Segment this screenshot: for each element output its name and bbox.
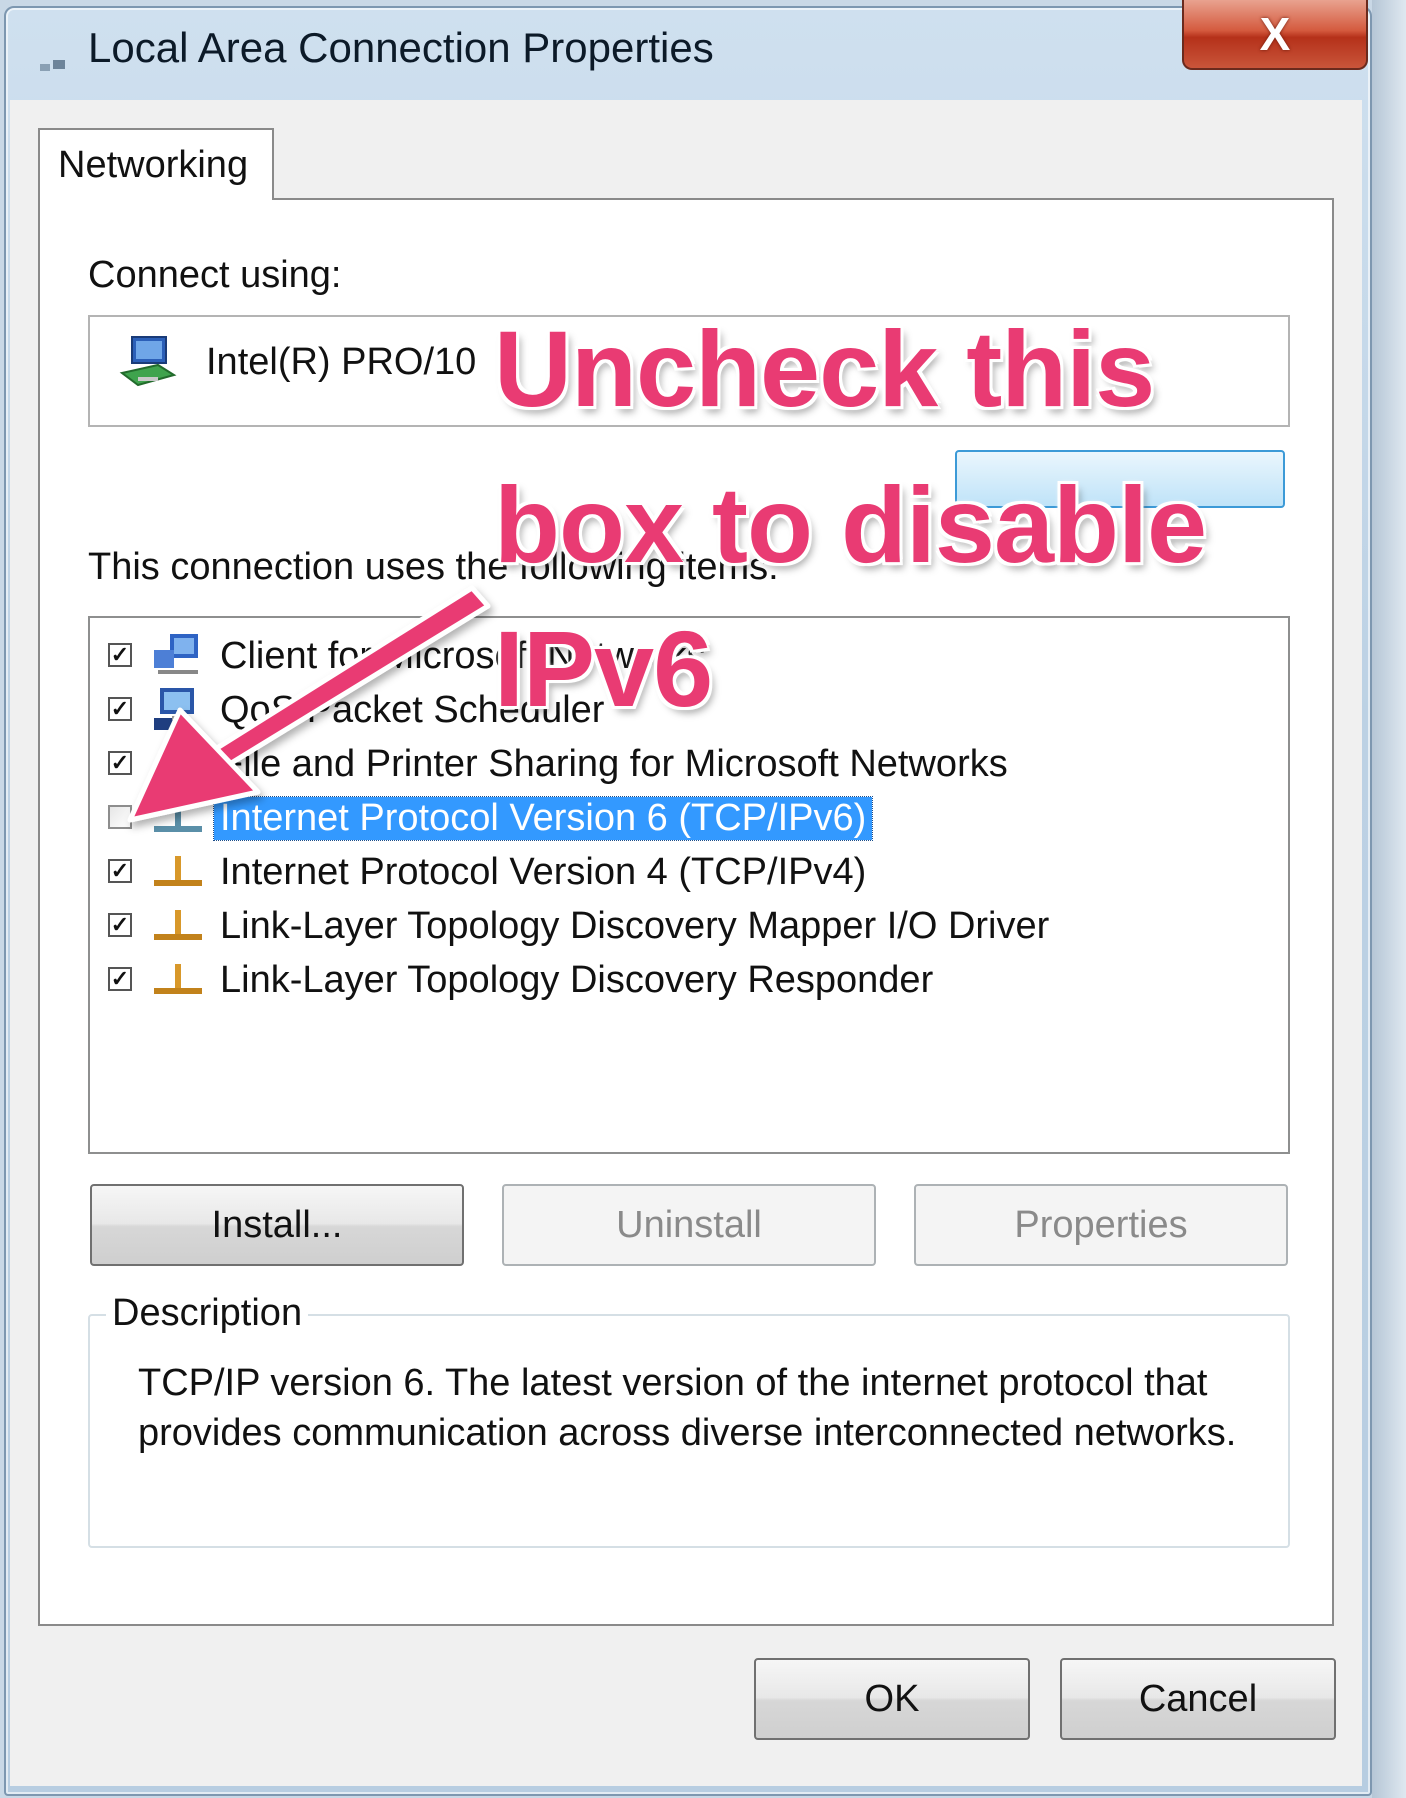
list-item[interactable]: ✓ Link-Layer Topology Discovery Responde…	[90, 952, 1280, 1008]
protocol-icon	[154, 856, 202, 886]
description-legend: Description	[106, 1292, 309, 1335]
uninstall-button[interactable]: Uninstall	[502, 1184, 876, 1266]
background-window-edge	[1372, 0, 1406, 1798]
connect-using-label: Connect using:	[88, 254, 342, 296]
list-item[interactable]: ✓ Link-Layer Topology Discovery Mapper I…	[90, 898, 1280, 954]
annotation-line-3: IPv6	[494, 608, 713, 729]
network-title-icon	[40, 60, 65, 71]
adapter-name: Intel(R) PRO/10	[206, 341, 477, 383]
annotation-line-2: box to disable	[494, 464, 1207, 585]
item-label: Internet Protocol Version 4 (TCP/IPv4)	[220, 851, 867, 893]
description-text: TCP/IP version 6. The latest version of …	[138, 1362, 1237, 1454]
window-title: Local Area Connection Properties	[88, 24, 714, 71]
properties-button[interactable]: Properties	[914, 1184, 1288, 1266]
list-item[interactable]: ✓ Internet Protocol Version 4 (TCP/IPv4)	[90, 844, 1280, 900]
item-label: Link-Layer Topology Discovery Mapper I/O…	[220, 905, 1050, 947]
network-adapter-icon	[119, 336, 177, 387]
protocol-icon	[154, 964, 202, 994]
item-label: Link-Layer Topology Discovery Responder	[220, 959, 934, 1001]
install-button[interactable]: Install...	[90, 1184, 464, 1266]
ok-button[interactable]: OK	[754, 1658, 1030, 1740]
close-button[interactable]: X	[1182, 0, 1368, 70]
tab-networking[interactable]: Networking	[38, 128, 274, 200]
item-checkbox[interactable]: ✓	[108, 913, 132, 937]
protocol-icon	[154, 910, 202, 940]
close-icon: X	[1259, 8, 1291, 60]
tab-label: Networking	[58, 144, 249, 186]
annotation-arrow-icon	[127, 585, 491, 823]
item-checkbox[interactable]: ✓	[108, 859, 132, 883]
cancel-button[interactable]: Cancel	[1060, 1658, 1336, 1740]
item-checkbox[interactable]: ✓	[108, 967, 132, 991]
annotation-line-1: Uncheck this	[494, 308, 1155, 429]
